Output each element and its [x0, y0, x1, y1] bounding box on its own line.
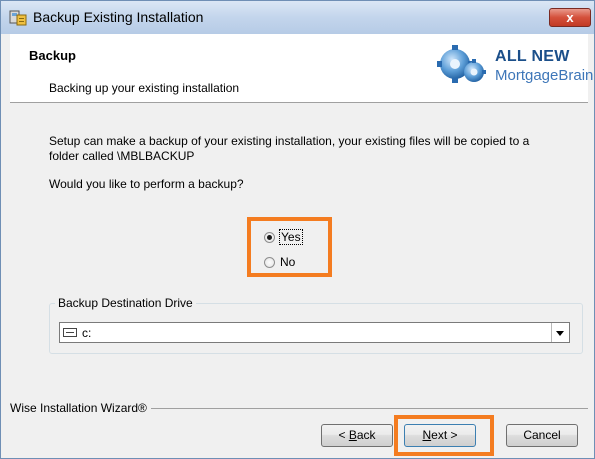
back-button-label: ack [356, 428, 376, 442]
logo-gear-icon [437, 45, 486, 83]
intro-text-line2: folder called \MBLBACKUP [49, 149, 195, 163]
logo-text-all-new: ALL NEW [495, 48, 570, 65]
wizard-brand-label: Wise Installation Wizard® [10, 401, 151, 415]
footer-divider [151, 408, 588, 409]
page-subtitle: Backing up your existing installation [49, 81, 240, 95]
back-button[interactable]: < Back [321, 424, 393, 447]
drive-dropdown[interactable]: c: [59, 322, 570, 343]
radio-no-label[interactable]: No [280, 255, 295, 269]
wizard-content: Setup can make a backup of your existing… [10, 103, 588, 403]
installer-icon [9, 10, 27, 26]
back-button-prefix: < [338, 428, 349, 442]
window-title: Backup Existing Installation [33, 9, 204, 25]
close-icon: x [566, 10, 574, 25]
installer-window: Backup Existing Installation x Backup Ba… [0, 0, 595, 459]
close-button[interactable]: x [549, 8, 591, 27]
wizard-header: Backup Backing up your existing installa… [10, 34, 593, 103]
logo-text-brand: MortgageBrain [495, 67, 594, 84]
mortgagebrain-logo: ALL NEW MortgageBrain [437, 38, 593, 94]
drive-icon [63, 328, 77, 337]
destination-group-label: Backup Destination Drive [55, 296, 196, 310]
backup-question: Would you like to perform a backup? [49, 177, 244, 191]
back-button-mnemonic: B [348, 428, 357, 442]
cancel-button[interactable]: Cancel [506, 424, 578, 447]
title-bar[interactable]: Backup Existing Installation x [1, 1, 594, 34]
radio-no[interactable] [264, 257, 275, 268]
intro-text-line1: Setup can make a backup of your existing… [49, 134, 530, 148]
next-highlight-box [394, 415, 494, 456]
drive-dropdown-value: c: [82, 326, 92, 340]
page-title: Backup [29, 48, 76, 63]
radio-yes-label[interactable]: Yes [279, 229, 303, 245]
radio-yes[interactable] [264, 232, 275, 243]
chevron-down-icon[interactable] [551, 323, 569, 342]
